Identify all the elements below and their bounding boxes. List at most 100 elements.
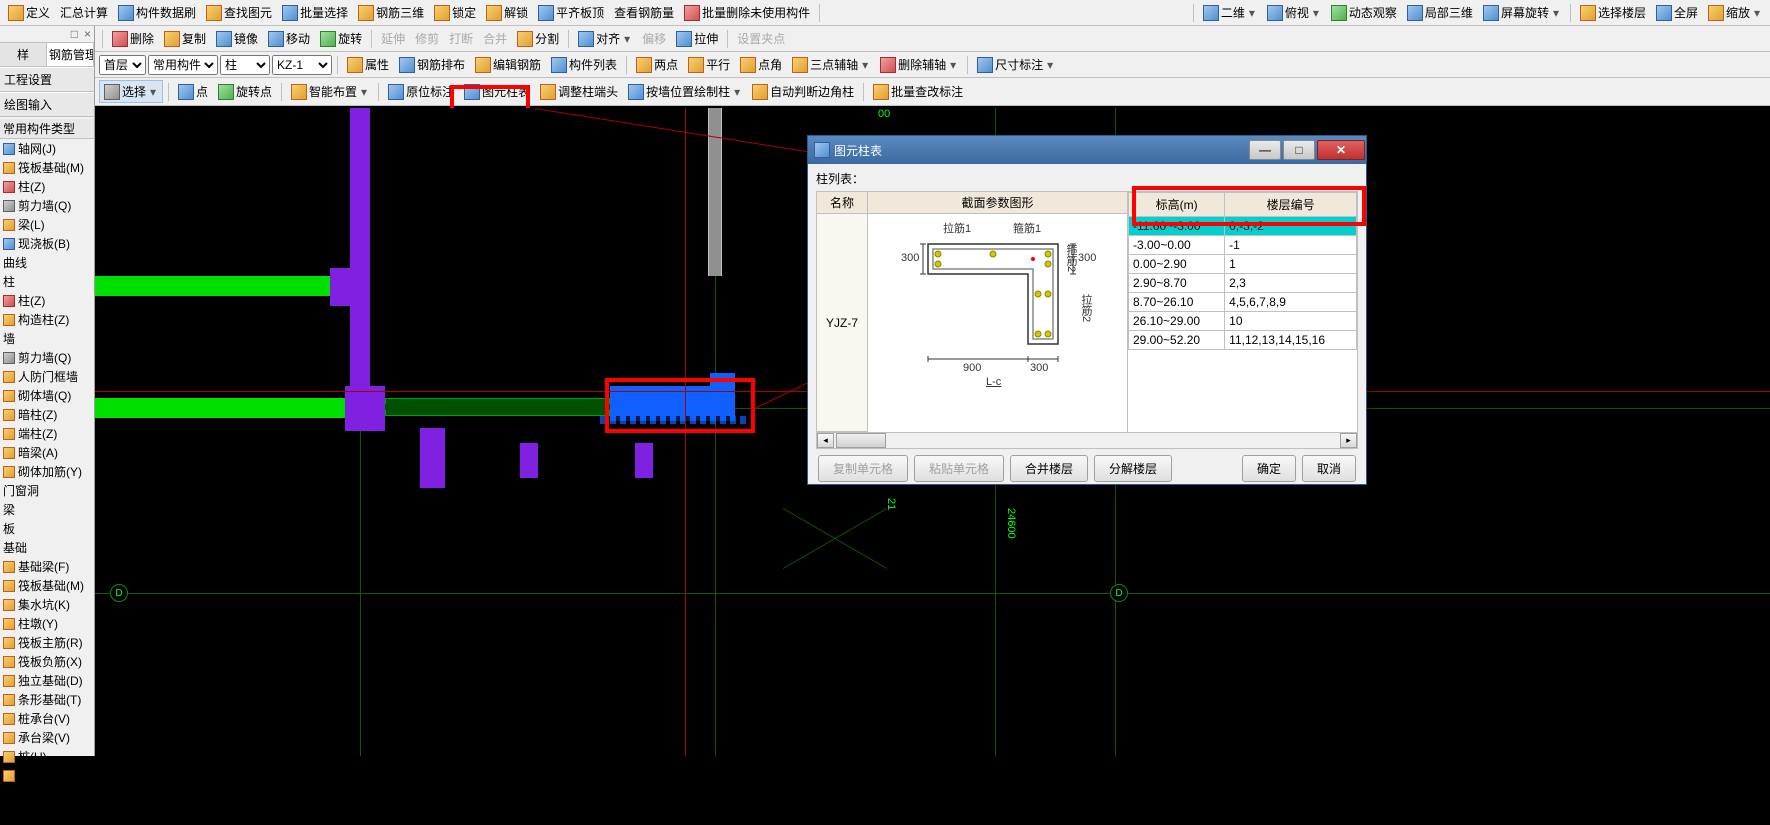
btn-rebar3d[interactable]: 钢筋三维 [354,2,428,23]
table-row[interactable]: 26.10~29.0010 [1129,312,1357,331]
btn-twopoint[interactable]: 两点 [632,54,682,75]
tree-item[interactable]: 端柱(Z) [0,424,94,443]
close-button[interactable]: ✕ [1317,140,1365,160]
tree-item[interactable]: 筏板基础(M) [0,158,94,177]
btn-setgrip[interactable]: 设置夹点 [733,28,789,49]
code-select[interactable]: KZ-1 [272,55,332,75]
tree-item[interactable]: 砌体加筋(Y) [0,462,94,481]
btn-auto-corner[interactable]: 自动判断边角柱 [748,81,858,102]
panel-dock-icon[interactable]: □ [71,27,78,41]
tab-rebar-mgmt[interactable]: 钢筋管理 [47,43,94,66]
btn-rotate-screen[interactable]: 屏幕旋转▾ [1479,2,1565,23]
btn-offset[interactable]: 偏移 [638,28,670,49]
btn-merge-floor[interactable]: 合并楼层 [1010,455,1088,482]
tree-item[interactable]: 承台梁(V) [0,728,94,747]
btn-pointangle[interactable]: 点角 [736,54,786,75]
tree-item[interactable]: 剪力墙(Q) [0,196,94,215]
tree-category[interactable]: 自定义 [0,804,94,823]
btn-cancel[interactable]: 取消 [1302,455,1356,482]
table-row[interactable]: 29.00~52.2011,12,13,14,15,16 [1129,331,1357,350]
scroll-left-icon[interactable]: ◂ [817,433,834,448]
tree-item[interactable]: 柱墩(Y) [0,614,94,633]
btn-orbit[interactable]: 动态观察 [1327,2,1401,23]
btn-viewrebar[interactable]: 查看钢筋量 [610,2,678,23]
panel-close-icon[interactable]: × [84,27,91,41]
tree-item[interactable]: 柱(Z) [0,291,94,310]
btn-copy-cell[interactable]: 复制单元格 [818,455,908,482]
btn-split-floor[interactable]: 分解楼层 [1094,455,1172,482]
horizontal-scrollbar[interactable]: ◂ ▸ [816,433,1358,449]
btn-select[interactable]: 选择▾ [99,80,163,103]
btn-adjust-end[interactable]: 调整柱端头 [536,81,622,102]
column-element[interactable] [350,108,370,398]
btn-topview[interactable]: 俯视▾ [1263,2,1325,23]
btn-rebar-layout[interactable]: 钢筋排布 [395,54,469,75]
btn-trim[interactable]: 修剪 [411,28,443,49]
beam-element[interactable] [95,276,330,296]
tree-item[interactable]: 基础板带 [0,766,94,785]
tree-category[interactable]: 其它 [0,785,94,804]
column-element[interactable] [520,443,538,478]
tree-item[interactable]: 暗柱(Z) [0,405,94,424]
btn-ok[interactable]: 确定 [1242,455,1296,482]
tree-item[interactable]: 现浇板(B) [0,234,94,253]
tree-item[interactable]: 剪力墙(Q) [0,348,94,367]
tree-item[interactable]: 轴网(J) [0,139,94,158]
btn-move[interactable]: 移动 [264,28,314,49]
btn-del-aux[interactable]: 删除辅轴▾ [876,54,962,75]
btn-merge[interactable]: 合并 [479,28,511,49]
btn-comp-list[interactable]: 构件列表 [547,54,621,75]
tree-item[interactable]: 条形基础(T) [0,690,94,709]
column-element[interactable] [345,386,385,431]
btn-extend[interactable]: 延伸 [377,28,409,49]
tree-item[interactable]: 桩承台(V) [0,709,94,728]
scroll-right-icon[interactable]: ▸ [1340,433,1357,448]
wall-element[interactable] [708,108,722,276]
btn-delete[interactable]: 删除 [108,28,158,49]
btn-copy[interactable]: 复制 [160,28,210,49]
btn-rotate[interactable]: 旋转 [316,28,366,49]
btn-batchsel[interactable]: 批量选择 [278,2,352,23]
btn-define[interactable]: 定义 [4,2,54,23]
btn-dim[interactable]: 尺寸标注▾ [973,54,1059,75]
type-select[interactable]: 柱 [220,55,270,75]
tree-category[interactable]: 柱 [0,272,94,291]
tab-sample[interactable]: 样 [0,43,47,66]
tree-category[interactable]: 基础 [0,538,94,557]
btn-batchdel[interactable]: 批量删除未使用构件 [680,2,814,23]
btn-smartplace[interactable]: 智能布置▾ [287,81,373,102]
tree-item[interactable]: 砌体墙(Q) [0,386,94,405]
table-row[interactable]: 0.00~2.901 [1129,255,1357,274]
btn-fullscreen[interactable]: 全屏 [1652,2,1702,23]
btn-inplace-annot[interactable]: 原位标注 [384,81,458,102]
tree-item[interactable]: 柱(Z) [0,177,94,196]
btn-paste-cell[interactable]: 粘贴单元格 [914,455,1004,482]
btn-align[interactable]: 对齐▾ [574,28,636,49]
column-element[interactable] [635,443,653,478]
tree-item[interactable]: 暗梁(A) [0,443,94,462]
tree-item[interactable]: 筏板基础(M) [0,576,94,595]
btn-stretch[interactable]: 拉伸 [672,28,722,49]
btn-lock[interactable]: 锁定 [430,2,480,23]
tree-item[interactable]: 基础梁(F) [0,557,94,576]
table-row[interactable]: -3.00~0.00-1 [1129,236,1357,255]
table-row[interactable]: 2.90~8.702,3 [1129,274,1357,293]
btn-local3d[interactable]: 局部三维 [1403,2,1477,23]
tree-category[interactable]: 墙 [0,329,94,348]
btn-parallel[interactable]: 平行 [684,54,734,75]
minimize-button[interactable]: — [1249,140,1281,160]
section-project-settings[interactable]: 工程设置 [0,67,94,92]
tree-item[interactable]: 筏板主筋(R) [0,633,94,652]
tree-item[interactable]: 集水坑(K) [0,595,94,614]
btn-mirror[interactable]: 镜像 [212,28,262,49]
btn-find[interactable]: 查找图元 [202,2,276,23]
btn-datapaint[interactable]: 构件数据刷 [114,2,200,23]
beam-element[interactable] [95,398,345,418]
tree-item[interactable]: 人防门框墙 [0,367,94,386]
tree-category[interactable]: 曲线 [0,253,94,272]
btn-threepoint[interactable]: 三点辅轴▾ [788,54,874,75]
tree-item[interactable]: 桩(U) [0,747,94,766]
row-name[interactable]: YJZ-7 [817,214,867,432]
btn-zoom[interactable]: 缩放▾ [1704,2,1766,23]
btn-break[interactable]: 打断 [445,28,477,49]
